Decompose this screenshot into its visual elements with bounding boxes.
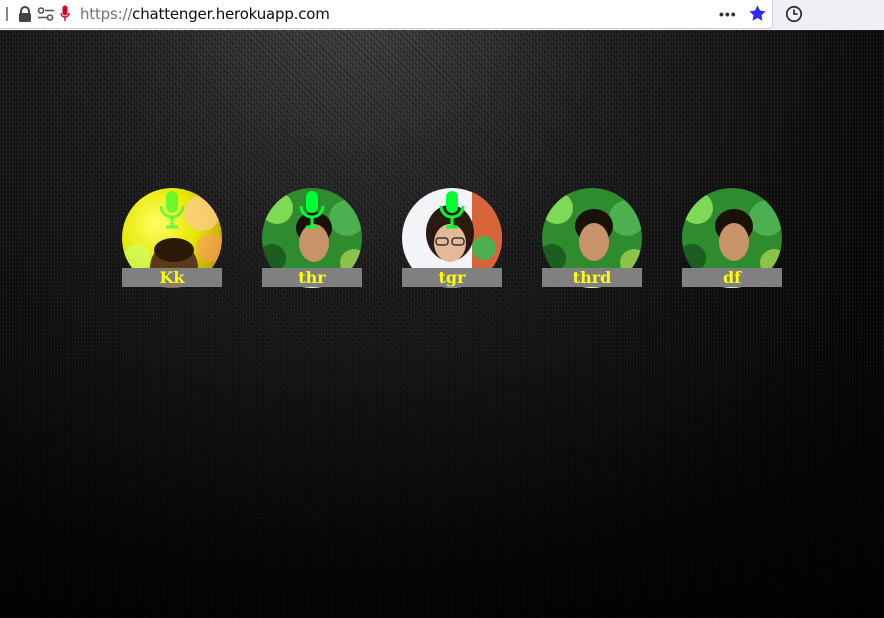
- participant-card[interactable]: thrd: [542, 188, 642, 288]
- microphone-icon: [159, 191, 185, 229]
- url-protocol: https://: [80, 5, 133, 23]
- participant-card[interactable]: thr: [262, 188, 362, 288]
- participant-name: Kk: [122, 268, 222, 287]
- identity-box-edge: [6, 7, 8, 21]
- history-icon[interactable]: [785, 5, 803, 23]
- participant-name: tgr: [402, 268, 502, 287]
- microphone-icon: [299, 191, 325, 229]
- microphone-icon: [439, 191, 465, 229]
- participant-list: Kk thr tgr thrd df: [122, 188, 782, 288]
- browser-toolbar: https://chattenger.herokuapp.com •••: [0, 0, 884, 31]
- url-bar[interactable]: https://chattenger.herokuapp.com •••: [0, 0, 773, 29]
- participant-name: thr: [262, 268, 362, 287]
- bookmark-star-icon[interactable]: [748, 4, 767, 23]
- chat-room-background: Kk thr tgr thrd df: [0, 30, 884, 618]
- page-actions-icon[interactable]: •••: [719, 6, 737, 22]
- url-host: chattenger.herokuapp.com: [132, 5, 330, 23]
- participant-card[interactable]: Kk: [122, 188, 222, 288]
- microphone-permission-icon[interactable]: [60, 5, 70, 22]
- background-shade: [0, 30, 884, 618]
- participant-card[interactable]: df: [682, 188, 782, 288]
- url-text[interactable]: https://chattenger.herokuapp.com: [80, 5, 330, 23]
- lock-icon[interactable]: [18, 6, 32, 22]
- permissions-icon[interactable]: [37, 7, 55, 21]
- participant-name: df: [682, 268, 782, 287]
- participant-card[interactable]: tgr: [402, 188, 502, 288]
- participant-name: thrd: [542, 268, 642, 287]
